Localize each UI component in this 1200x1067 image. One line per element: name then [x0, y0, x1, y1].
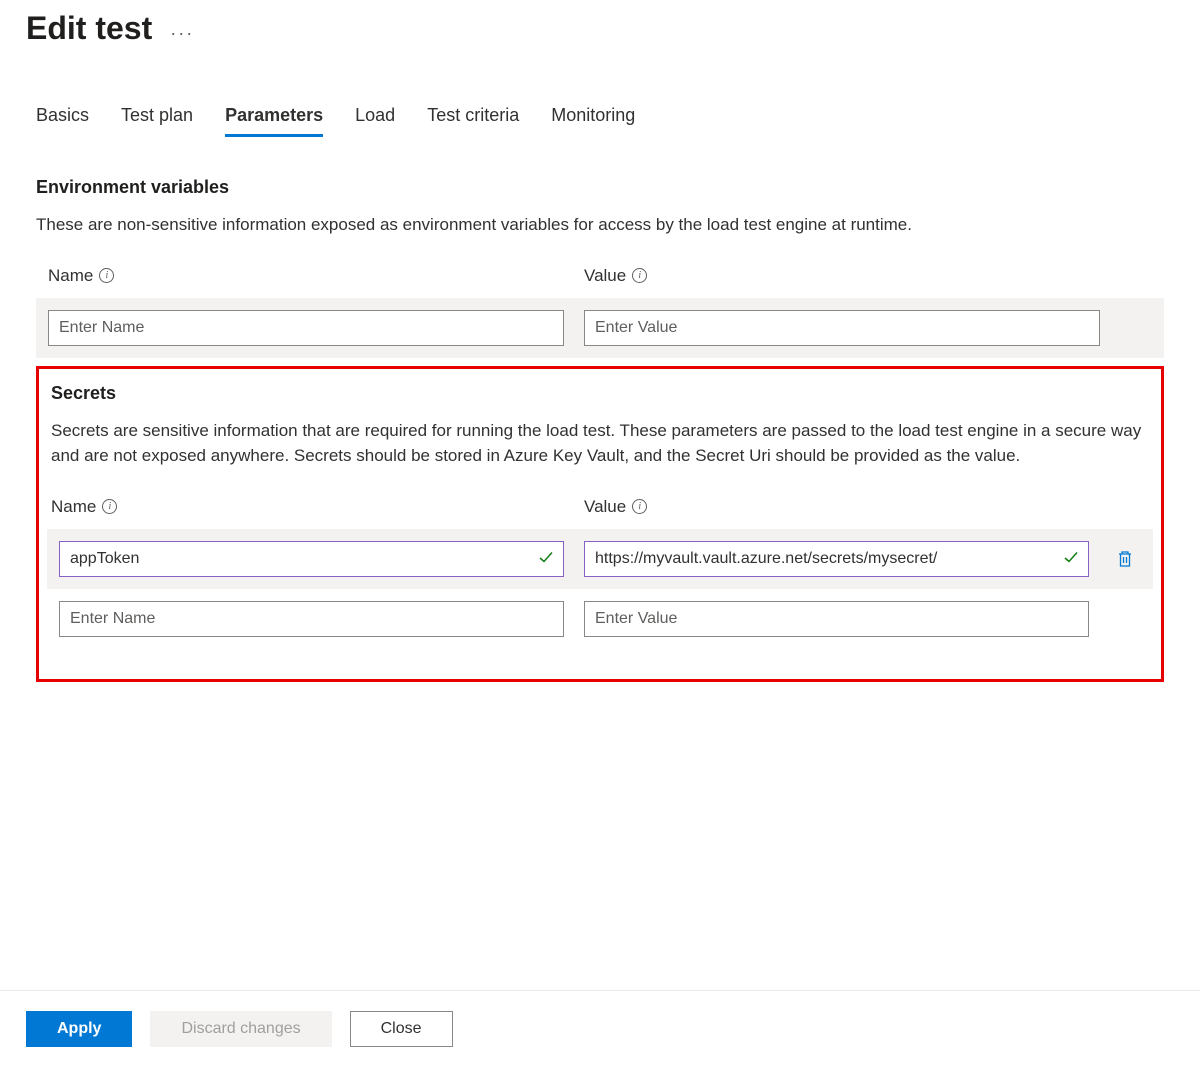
- secrets-name-input[interactable]: [59, 601, 564, 637]
- secrets-value-label: Value i: [584, 497, 1097, 517]
- secrets-value-input[interactable]: [584, 541, 1089, 577]
- secrets-row: [47, 589, 1153, 649]
- envvars-row: [36, 298, 1164, 358]
- trash-icon: [1117, 550, 1133, 568]
- secrets-name-input[interactable]: [59, 541, 564, 577]
- envvars-heading: Environment variables: [36, 177, 1164, 198]
- secrets-value-input[interactable]: [584, 601, 1089, 637]
- page-title: Edit test: [26, 10, 152, 47]
- envvars-description: These are non-sensitive information expo…: [36, 212, 1164, 238]
- more-actions-icon[interactable]: ···: [170, 13, 194, 44]
- info-icon[interactable]: i: [102, 499, 117, 514]
- envvars-value-label: Value i: [584, 266, 1100, 286]
- envvars-name-label: Name i: [48, 266, 564, 286]
- delete-row-button[interactable]: [1109, 543, 1141, 575]
- close-button[interactable]: Close: [350, 1011, 453, 1047]
- tab-load[interactable]: Load: [355, 97, 395, 137]
- tab-test-criteria[interactable]: Test criteria: [427, 97, 519, 137]
- secrets-row: [47, 529, 1153, 589]
- info-icon[interactable]: i: [632, 499, 647, 514]
- secrets-heading: Secrets: [47, 383, 1153, 404]
- info-icon[interactable]: i: [632, 268, 647, 283]
- secrets-description: Secrets are sensitive information that a…: [47, 418, 1153, 469]
- tabs-bar: Basics Test plan Parameters Load Test cr…: [0, 47, 1200, 137]
- discard-changes-button[interactable]: Discard changes: [150, 1011, 331, 1047]
- info-icon[interactable]: i: [99, 268, 114, 283]
- secrets-highlight: Secrets Secrets are sensitive informatio…: [36, 366, 1164, 682]
- tab-parameters[interactable]: Parameters: [225, 97, 323, 137]
- envvars-value-input[interactable]: [584, 310, 1100, 346]
- apply-button[interactable]: Apply: [26, 1011, 132, 1047]
- envvars-name-input[interactable]: [48, 310, 564, 346]
- footer-actions: Apply Discard changes Close: [0, 990, 1200, 1067]
- tab-monitoring[interactable]: Monitoring: [551, 97, 635, 137]
- tab-test-plan[interactable]: Test plan: [121, 97, 193, 137]
- content-area: Environment variables These are non-sens…: [0, 137, 1200, 990]
- secrets-name-label: Name i: [51, 497, 564, 517]
- tab-basics[interactable]: Basics: [36, 97, 89, 137]
